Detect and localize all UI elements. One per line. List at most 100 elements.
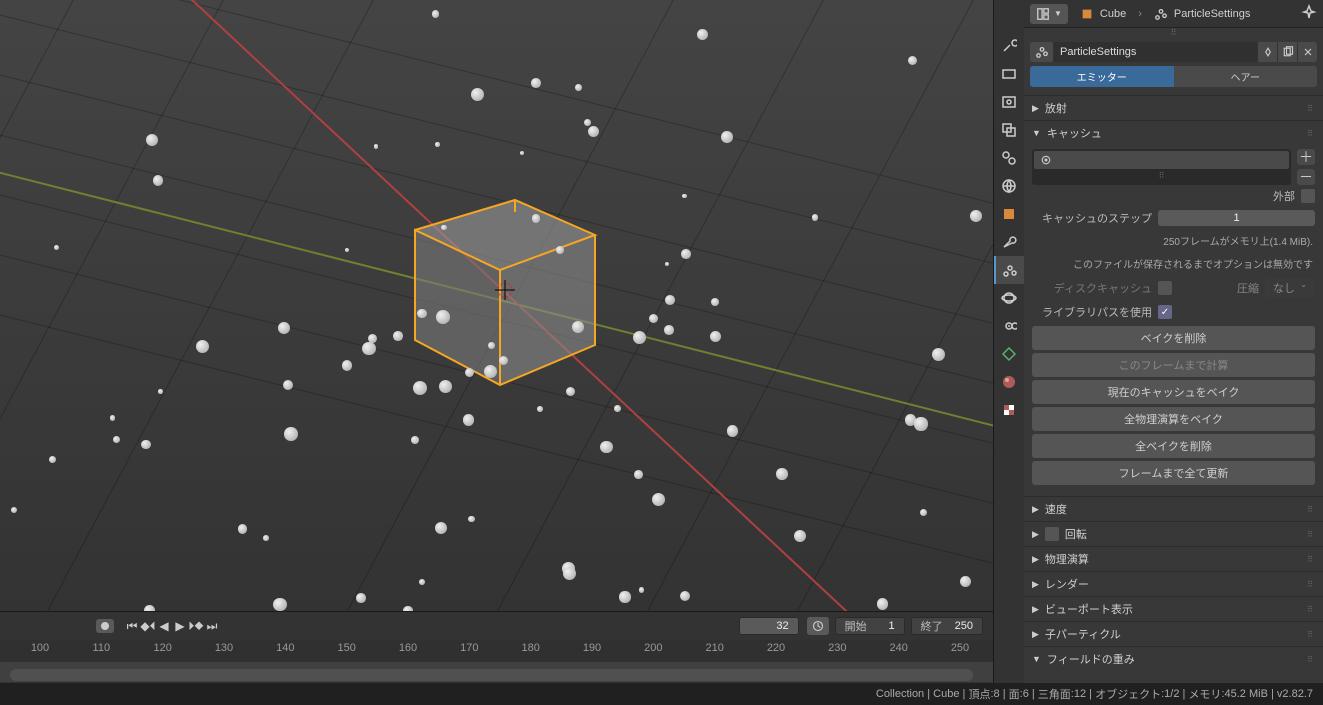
delete-bake-button[interactable]: ベイクを削除 [1032,326,1315,350]
libpath-checkbox[interactable] [1158,305,1172,319]
ruler-tick: 150 [327,642,367,654]
panel-field-weights[interactable]: ▼フィールドの重み⠿ [1024,646,1323,671]
unlink-datablock-icon[interactable] [1297,42,1317,62]
panel-physics[interactable]: ▶物理演算⠿ [1024,546,1323,571]
editor-type-dropdown[interactable]: ▼ [1030,4,1068,24]
chevron-down-icon: ▼ [1032,128,1041,138]
particle-type-toggle[interactable]: エミッター ヘアー [1030,66,1317,87]
panel-velocity[interactable]: ▶速度⠿ [1024,496,1323,521]
breadcrumb-particles-label: ParticleSettings [1174,8,1250,20]
cache-status: 250フレームがメモリ上(1.4 MiB). [1032,229,1315,252]
status-mem: 45.2 MiB [1225,688,1268,700]
tab-mesh[interactable] [994,340,1024,368]
current-frame-field[interactable]: 32 [739,617,799,635]
play-reverse-icon[interactable]: ◀ [156,617,172,635]
frame-ruler[interactable]: 1001101201301401501601701801902002102202… [0,640,993,662]
breadcrumb-particles[interactable]: ParticleSettings [1146,4,1258,24]
timeline-scrollbar[interactable] [10,669,973,681]
tab-output[interactable] [994,88,1024,116]
datablock-browse[interactable] [1030,42,1054,62]
rotation-enable-checkbox[interactable] [1045,527,1059,541]
cache-step-field[interactable]: 1 [1158,210,1315,226]
status-mem-label: メモリ [1188,686,1221,702]
disk-cache-label: ディスクキャッシュ [1032,280,1152,296]
tab-scene[interactable] [994,144,1024,172]
datablock-name-field[interactable]: ParticleSettings [1054,42,1257,62]
end-frame-field[interactable]: 終了 250 [911,617,983,635]
panel-children-label: 子パーティクル [1045,626,1121,642]
timeline-editor[interactable]: ⏮ ◆⏴ ◀ ▶ ⏵◆ ⏭ 32 開始 1 終了 250 10011012013… [0,611,993,683]
panel-viewport[interactable]: ▶ビューポート表示⠿ [1024,596,1323,621]
panel-children[interactable]: ▶子パーティクル⠿ [1024,621,1323,646]
update-all-to-frame-button[interactable]: フレームまで全て更新 [1032,461,1315,485]
tab-texture[interactable] [994,396,1024,424]
drag-handle-icon[interactable]: ⠿ [1307,129,1315,138]
fake-user-icon[interactable] [1257,42,1277,62]
panel-cache-body: ⠿ ＋ － 外部 キャッシュのステップ 1 250フレームがメモリ上(1.4 M… [1024,145,1323,496]
tab-material[interactable] [994,368,1024,396]
ruler-tick: 160 [388,642,428,654]
tab-modifier[interactable] [994,228,1024,256]
new-datablock-icon[interactable] [1277,42,1297,62]
drag-handle-icon[interactable]: ⠿ [1307,104,1315,113]
tab-object[interactable] [994,200,1024,228]
panel-cache[interactable]: ▼ キャッシュ ⠿ [1024,120,1323,145]
tab-tool[interactable] [994,32,1024,60]
keyframe-prev-icon[interactable]: ◆⏴ [140,617,156,635]
calc-to-frame-button[interactable]: このフレームまで計算 [1032,353,1315,377]
tab-physics[interactable] [994,284,1024,312]
panel-rotation[interactable]: ▶ 回転⠿ [1024,521,1323,546]
panel-field-weights-label: フィールドの重み [1047,651,1135,667]
tab-viewlayer[interactable] [994,116,1024,144]
jump-first-icon[interactable]: ⏮ [124,617,140,635]
jump-last-icon[interactable]: ⏭ [204,617,220,635]
breadcrumb-object[interactable]: Cube [1072,4,1134,24]
status-verts-label: 頂点 [968,686,990,702]
tab-particles[interactable] [994,256,1024,284]
tab-world[interactable] [994,172,1024,200]
end-label: 終了 [911,618,949,634]
tab-constraint[interactable] [994,312,1024,340]
ruler-tick: 170 [449,642,489,654]
panel-physics-label: 物理演算 [1045,551,1089,567]
disk-cache-checkbox[interactable] [1158,281,1172,295]
start-frame-field[interactable]: 開始 1 [835,617,905,635]
type-hair[interactable]: ヘアー [1174,66,1318,87]
end-value: 250 [949,620,983,632]
pin-icon[interactable] [1301,4,1317,23]
panel-render[interactable]: ▶レンダー⠿ [1024,571,1323,596]
type-emitter[interactable]: エミッター [1030,66,1174,87]
ruler-tick: 210 [695,642,735,654]
use-preview-range-icon[interactable] [807,617,829,635]
keyframe-next-icon[interactable]: ⏵◆ [188,617,204,635]
start-label: 開始 [835,618,873,634]
cache-list-item[interactable] [1034,151,1289,169]
ruler-tick: 240 [879,642,919,654]
cache-remove-button[interactable]: － [1297,169,1315,185]
delete-all-bakes-button[interactable]: 全ベイクを削除 [1032,434,1315,458]
status-object: Cube [933,688,959,700]
status-version: v2.82.7 [1277,688,1313,700]
panel-viewport-label: ビューポート表示 [1045,601,1133,617]
properties-editor: ▼ Cube › ParticleSettings ⠿ ParticleSett [993,0,1323,683]
compress-select[interactable]: なし⌄ [1265,278,1315,298]
status-faces-label: 面 [1009,686,1020,702]
play-icon[interactable]: ▶ [172,617,188,635]
panel-emission[interactable]: ▶ 放射 ⠿ [1024,95,1323,120]
ruler-tick: 120 [143,642,183,654]
bake-all-button[interactable]: 全物理演算をベイク [1032,407,1315,431]
cache-add-button[interactable]: ＋ [1297,149,1315,165]
ruler-tick: 220 [756,642,796,654]
panel-velocity-label: 速度 [1045,501,1067,517]
tab-render[interactable] [994,60,1024,88]
external-checkbox[interactable] [1301,189,1315,203]
viewport-3d[interactable] [0,0,993,611]
properties-header: ▼ Cube › ParticleSettings [1024,0,1323,28]
panel-emission-label: 放射 [1045,100,1067,116]
dopesheet-track[interactable]: › [0,662,993,682]
bake-cache-button[interactable]: 現在のキャッシュをベイク [1032,380,1315,404]
auto-keying-toggle[interactable] [96,619,114,633]
ruler-tick: 140 [265,642,305,654]
cache-list[interactable]: ⠿ [1032,149,1291,185]
ruler-tick: 100 [20,642,60,654]
